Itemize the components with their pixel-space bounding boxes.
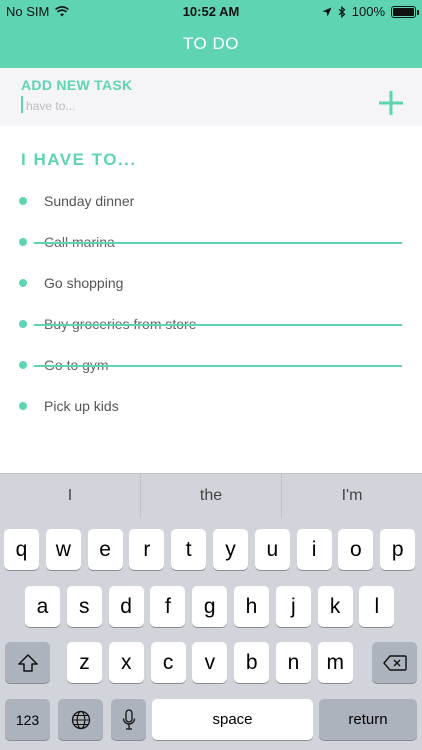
todo-list: Sunday dinner Call marina Go shopping Buy g… [0, 180, 422, 426]
key-a[interactable]: a [25, 586, 60, 627]
key-p[interactable]: p [380, 529, 416, 570]
key-f[interactable]: f [150, 586, 186, 627]
text-cursor [21, 96, 23, 113]
suggestion-item[interactable]: I'm [282, 474, 422, 518]
return-key[interactable]: return [319, 699, 417, 740]
key-w[interactable]: w [45, 529, 81, 570]
todo-item[interactable]: Buy groceries from store [0, 303, 422, 344]
todo-item[interactable]: Go to gym [0, 344, 422, 385]
microphone-icon [122, 708, 135, 730]
suggestion-bar: I the I'm [0, 473, 422, 518]
space-key[interactable]: space [152, 699, 313, 740]
suggestion-item[interactable]: the [141, 474, 281, 518]
backspace-key[interactable] [372, 642, 417, 683]
bullet-icon [19, 238, 27, 246]
strikethrough-line [34, 324, 402, 326]
strikethrough-line [34, 365, 402, 367]
add-task-label: ADD NEW TASK [21, 77, 133, 93]
keyboard: I the I'm 123 space return qwertyuiop asd… [0, 473, 422, 750]
key-x[interactable]: x [108, 642, 144, 683]
key-m[interactable]: m [317, 642, 353, 683]
key-u[interactable]: u [254, 529, 290, 570]
key-o[interactable]: o [338, 529, 374, 570]
strikethrough-line [34, 242, 402, 244]
key-g[interactable]: g [192, 586, 228, 627]
key-y[interactable]: y [213, 529, 248, 570]
bullet-icon [19, 197, 27, 205]
bullet-icon [19, 402, 27, 410]
key-z[interactable]: z [67, 642, 102, 683]
key-j[interactable]: j [275, 586, 311, 627]
key-l[interactable]: l [359, 586, 395, 627]
key-b[interactable]: b [234, 642, 270, 683]
battery-icon [391, 5, 419, 18]
backspace-icon [382, 654, 407, 671]
battery-percent: 100% [351, 4, 385, 19]
key-t[interactable]: t [171, 529, 207, 570]
key-e[interactable]: e [87, 529, 123, 570]
key-r[interactable]: r [129, 529, 165, 570]
todo-item-text: Sunday dinner [44, 193, 135, 209]
bluetooth-icon [338, 5, 346, 18]
todo-item-text: Pick up kids [44, 398, 119, 414]
key-c[interactable]: c [150, 642, 186, 683]
app-screen: No SIM 10:52 AM 100% TO DO ADD NEW TASK [0, 0, 422, 750]
key-k[interactable]: k [317, 586, 353, 627]
globe-icon [71, 710, 90, 729]
new-task-input[interactable] [26, 97, 346, 114]
globe-key[interactable] [58, 699, 103, 740]
todo-item[interactable]: Sunday dinner [0, 180, 422, 221]
numbers-key[interactable]: 123 [5, 699, 50, 740]
shift-key[interactable] [5, 642, 50, 683]
page-title: TO DO [182, 34, 240, 53]
bullet-icon [19, 320, 27, 328]
location-arrow-icon [322, 7, 332, 16]
todo-item[interactable]: Pick up kids [0, 385, 422, 426]
status-bar: No SIM 10:52 AM 100% [0, 0, 422, 24]
key-q[interactable]: q [4, 529, 39, 570]
todo-item-text: Go shopping [44, 275, 124, 291]
todo-item[interactable]: Call marina [0, 221, 422, 262]
bullet-icon [19, 361, 27, 369]
key-s[interactable]: s [66, 586, 102, 627]
key-v[interactable]: v [192, 642, 228, 683]
todo-item[interactable]: Go shopping [0, 262, 422, 303]
bullet-icon [19, 279, 27, 287]
list-title: I HAVE TO... [21, 150, 137, 169]
key-n[interactable]: n [276, 642, 311, 683]
suggestion-item[interactable]: I [0, 474, 140, 518]
shift-icon [17, 653, 38, 672]
key-i[interactable]: i [296, 529, 332, 570]
key-d[interactable]: d [108, 586, 144, 627]
add-task-button[interactable] [376, 88, 406, 118]
header: No SIM 10:52 AM 100% TO DO [0, 0, 422, 68]
key-h[interactable]: h [234, 586, 269, 627]
microphone-key[interactable] [111, 699, 146, 740]
